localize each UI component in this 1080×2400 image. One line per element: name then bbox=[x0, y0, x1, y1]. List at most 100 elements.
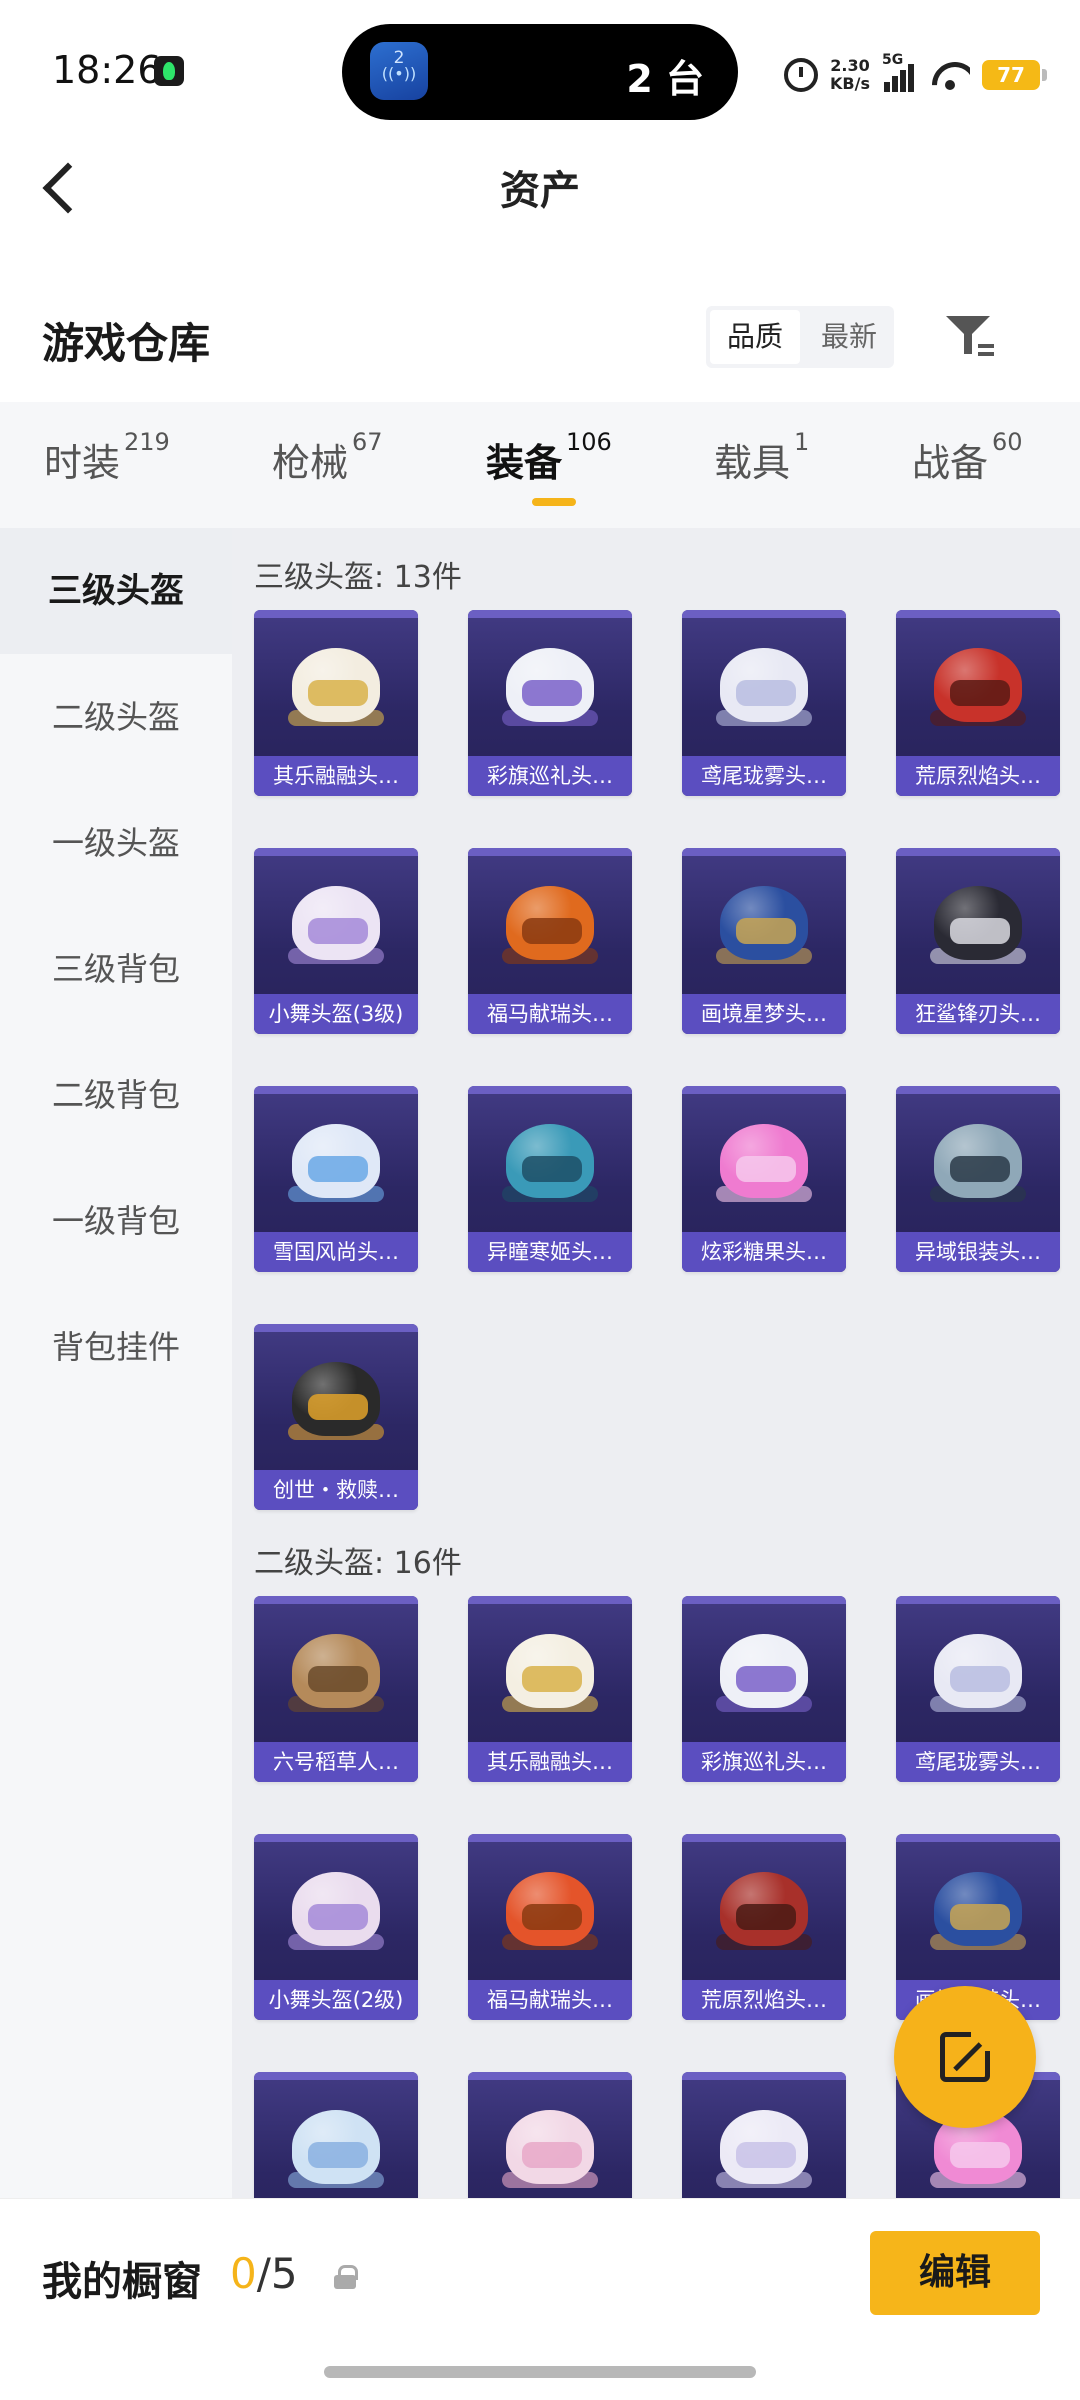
helmet-icon bbox=[714, 640, 814, 740]
tab-supplies[interactable]: 战备 60 bbox=[912, 428, 1023, 487]
group-title-level3-helmet: 三级头盔: 13件 bbox=[254, 560, 462, 595]
page-title: 资产 bbox=[500, 168, 580, 214]
helmet-icon bbox=[928, 640, 1028, 740]
item-card[interactable]: 其乐融融头… bbox=[254, 610, 418, 796]
filter-icon[interactable] bbox=[942, 310, 998, 362]
helmet-icon bbox=[500, 878, 600, 978]
item-card-label: 其乐融融头… bbox=[254, 756, 418, 796]
network-speed: 2.30 KB/s bbox=[830, 57, 870, 93]
helmet-icon bbox=[714, 1116, 814, 1216]
tab-guns[interactable]: 枪械 67 bbox=[272, 428, 383, 487]
sort-toggle[interactable]: 品质 最新 bbox=[706, 306, 894, 368]
showcase-total: /5 bbox=[256, 2249, 298, 2298]
item-card-label: 六号稻草人… bbox=[254, 1742, 418, 1782]
item-card-label: 狂鲨锋刃头… bbox=[896, 994, 1060, 1034]
helmet-icon bbox=[286, 640, 386, 740]
item-card[interactable]: 荒原烈焰头… bbox=[682, 1834, 846, 2020]
item-card-label: 荒原烈焰头… bbox=[682, 1980, 846, 2020]
active-tab-indicator bbox=[532, 498, 576, 506]
sidebar-item-level2-helmet[interactable]: 二级头盔 bbox=[0, 654, 232, 780]
edit-button[interactable]: 编辑 bbox=[870, 2231, 1040, 2315]
item-card-label: 其乐融融头… bbox=[468, 1742, 632, 1782]
helmet-icon bbox=[286, 1864, 386, 1964]
net-speed-unit: KB/s bbox=[830, 74, 870, 93]
sidebar-item-level2-backpack[interactable]: 二级背包 bbox=[0, 1032, 232, 1158]
item-card[interactable]: 画境星梦头… bbox=[682, 848, 846, 1034]
item-card[interactable]: 其乐融融头… bbox=[468, 1596, 632, 1782]
music-app-icon bbox=[154, 56, 184, 86]
item-card-label: 炫彩糖果头… bbox=[682, 1232, 846, 1272]
item-card-label: 小舞头盔(2级) bbox=[254, 1980, 418, 2020]
section-title: 游戏仓库 bbox=[42, 319, 211, 368]
item-card[interactable]: 创世・救赎… bbox=[254, 1324, 418, 1510]
item-card[interactable]: 鸢尾珑雾头… bbox=[896, 1596, 1060, 1782]
broadcast-icon: 2 ((•)) bbox=[370, 42, 428, 100]
item-card-label: 福马献瑞头… bbox=[468, 1980, 632, 2020]
net-speed-value: 2.30 bbox=[830, 56, 870, 75]
item-card[interactable]: 小舞头盔(3级) bbox=[254, 848, 418, 1034]
item-card-label: 彩旗巡礼头… bbox=[682, 1742, 846, 1782]
item-card-label: 彩旗巡礼头… bbox=[468, 756, 632, 796]
sidebar-item-level3-helmet[interactable]: 三级头盔 bbox=[0, 528, 232, 654]
helmet-icon bbox=[714, 878, 814, 978]
item-card-label: 小舞头盔(3级) bbox=[254, 994, 418, 1034]
share-icon bbox=[940, 2027, 995, 2082]
helmet-icon bbox=[500, 1626, 600, 1726]
item-card[interactable] bbox=[254, 2072, 418, 2198]
item-card-label: 荒原烈焰头… bbox=[896, 756, 1060, 796]
status-time: 18:26 bbox=[52, 48, 162, 92]
item-card[interactable]: 鸢尾珑雾头… bbox=[682, 610, 846, 796]
item-card[interactable]: 异域银装头… bbox=[896, 1086, 1060, 1272]
status-icons: 2.30 KB/s 5G 77 bbox=[784, 50, 1047, 100]
wifi-icon bbox=[930, 58, 970, 92]
item-card[interactable] bbox=[682, 2072, 846, 2198]
category-tabs: 时装 219 枪械 67 装备 106 载具 1 战备 60 bbox=[0, 402, 1080, 528]
showcase-used: 0 bbox=[230, 2249, 257, 2298]
helmet-icon bbox=[928, 878, 1028, 978]
sidebar-item-level1-backpack[interactable]: 一级背包 bbox=[0, 1158, 232, 1284]
item-card[interactable]: 异瞳寒姬头… bbox=[468, 1086, 632, 1272]
share-button[interactable] bbox=[894, 1986, 1036, 2128]
item-card[interactable]: 雪国风尚头… bbox=[254, 1086, 418, 1272]
item-card[interactable]: 小舞头盔(2级) bbox=[254, 1834, 418, 2020]
helmet-icon bbox=[928, 1626, 1028, 1726]
sidebar-item-level3-backpack[interactable]: 三级背包 bbox=[0, 906, 232, 1032]
helmet-icon bbox=[286, 2102, 386, 2198]
item-card-label: 鸢尾珑雾头… bbox=[682, 756, 846, 796]
group-title-level2-helmet: 二级头盔: 16件 bbox=[254, 1546, 462, 1581]
item-card-label: 异瞳寒姬头… bbox=[468, 1232, 632, 1272]
item-card-label: 画境星梦头… bbox=[682, 994, 846, 1034]
item-card[interactable]: 福马献瑞头… bbox=[468, 848, 632, 1034]
tab-fashion[interactable]: 时装 219 bbox=[44, 428, 170, 487]
sort-option-newest[interactable]: 最新 bbox=[804, 306, 894, 368]
sidebar-item-level1-helmet[interactable]: 一级头盔 bbox=[0, 780, 232, 906]
item-card[interactable] bbox=[468, 2072, 632, 2198]
helmet-icon bbox=[500, 1864, 600, 1964]
device-count-text: 2 台 bbox=[626, 57, 704, 101]
item-card-label: 雪国风尚头… bbox=[254, 1232, 418, 1272]
helmet-icon bbox=[714, 1864, 814, 1964]
item-card[interactable]: 彩旗巡礼头… bbox=[468, 610, 632, 796]
helmet-icon bbox=[928, 1116, 1028, 1216]
alarm-icon bbox=[784, 58, 819, 92]
home-indicator bbox=[324, 2366, 756, 2378]
sort-option-quality[interactable]: 品质 bbox=[710, 310, 800, 364]
sidebar: 三级头盔 二级头盔 一级头盔 三级背包 二级背包 一级背包 背包挂件 bbox=[0, 528, 232, 2198]
sidebar-item-backpack-charm[interactable]: 背包挂件 bbox=[0, 1284, 232, 1410]
helmet-icon bbox=[286, 878, 386, 978]
item-card[interactable]: 福马献瑞头… bbox=[468, 1834, 632, 2020]
item-card[interactable]: 六号稻草人… bbox=[254, 1596, 418, 1782]
item-card[interactable]: 炫彩糖果头… bbox=[682, 1086, 846, 1272]
item-card[interactable]: 狂鲨锋刃头… bbox=[896, 848, 1060, 1034]
dynamic-island[interactable]: 2 ((•)) 2 台 bbox=[342, 24, 738, 120]
tab-equipment[interactable]: 装备 106 bbox=[486, 428, 612, 487]
helmet-icon bbox=[928, 1864, 1028, 1964]
tab-vehicles[interactable]: 载具 1 bbox=[714, 428, 809, 487]
item-card[interactable]: 荒原烈焰头… bbox=[896, 610, 1060, 796]
helmet-icon bbox=[286, 1116, 386, 1216]
helmet-icon bbox=[714, 2102, 814, 2198]
item-card[interactable]: 彩旗巡礼头… bbox=[682, 1596, 846, 1782]
signal-icon: 5G bbox=[882, 52, 918, 92]
network-type: 5G bbox=[882, 52, 904, 68]
item-grid: 三级头盔: 13件 二级头盔: 16件 其乐融融头… 彩旗巡礼头… 鸢尾珑雾头… 荒原… bbox=[232, 528, 1080, 2198]
